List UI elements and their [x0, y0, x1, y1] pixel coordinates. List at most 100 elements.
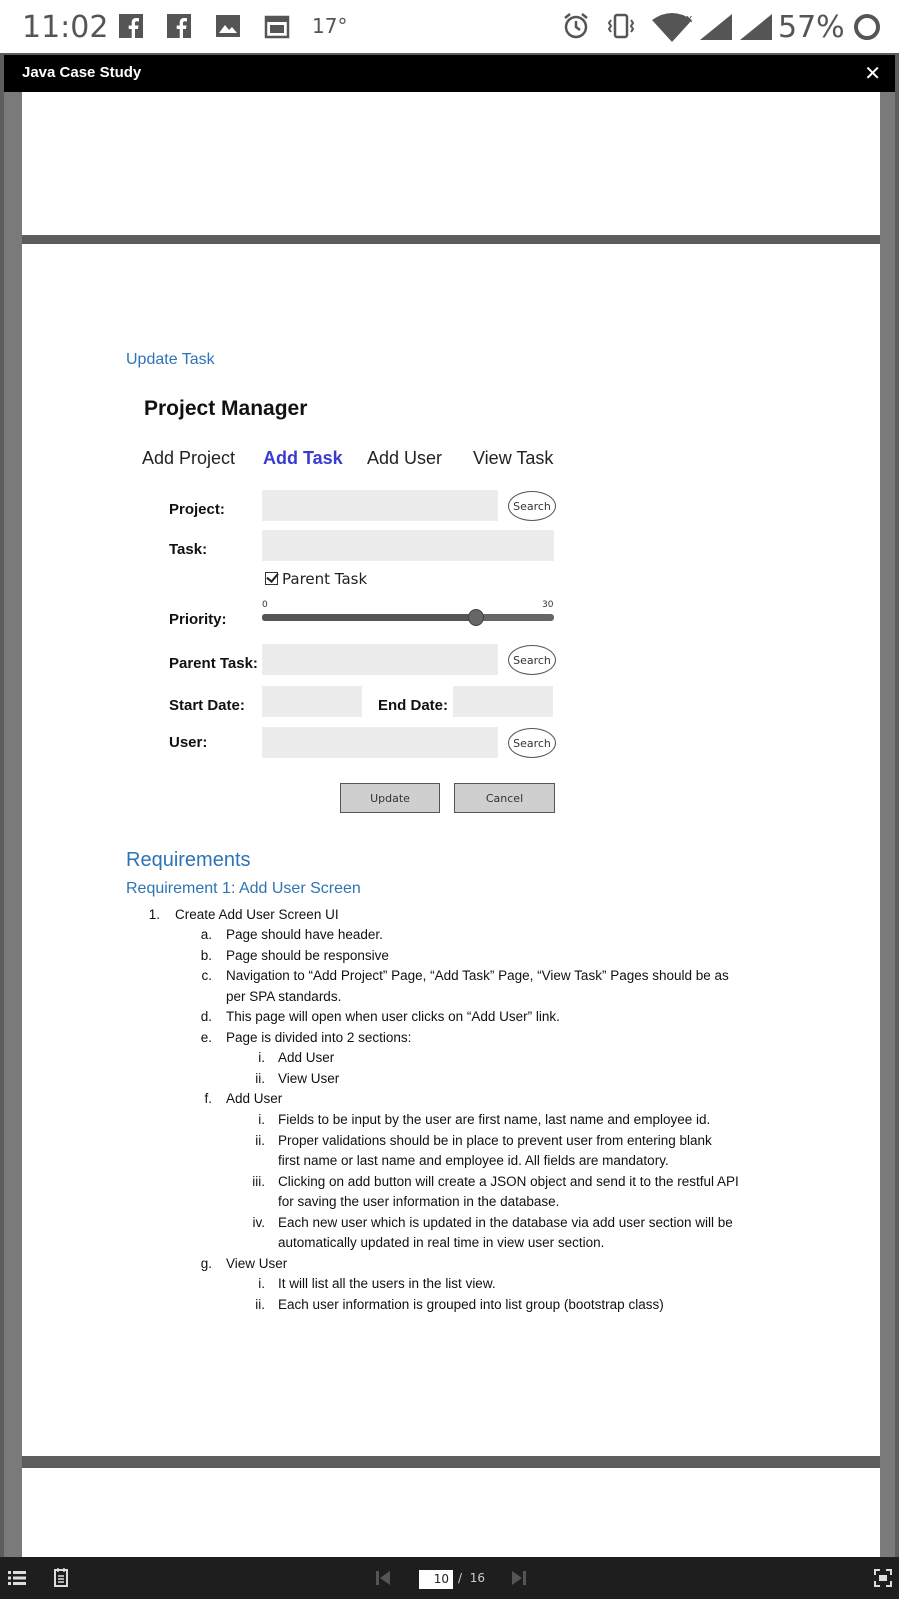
list-item-number: iii. — [252, 1174, 265, 1189]
list-item: Add User — [226, 1091, 283, 1106]
priority-min: 0 — [262, 600, 268, 610]
nav-add-task[interactable]: Add Task — [263, 448, 343, 469]
close-icon[interactable]: ✕ — [864, 61, 881, 85]
vibrate-icon — [607, 13, 635, 39]
parent-task-input[interactable] — [262, 644, 498, 675]
list-item: Each new user which is updated in the da… — [278, 1215, 733, 1230]
list-item-number: a. — [200, 927, 212, 942]
requirements-heading: Requirements — [126, 849, 251, 871]
task-input[interactable] — [262, 530, 554, 561]
battery-icon — [854, 14, 880, 40]
first-page-icon[interactable] — [376, 1570, 390, 1586]
page-total: 16 — [469, 1571, 485, 1585]
list-item: for saving the user information in the d… — [278, 1194, 560, 1209]
list-item: View User — [226, 1256, 288, 1271]
parent-task-search-button[interactable]: Search — [508, 645, 556, 675]
list-item-number: i. — [258, 1276, 265, 1291]
list-item: Fields to be input by the user are first… — [278, 1112, 711, 1127]
list-item: Navigation to “Add Project” Page, “Add T… — [226, 968, 729, 983]
list-item: first name or last name and employee id.… — [278, 1153, 669, 1168]
start-date-input[interactable] — [262, 686, 362, 717]
update-task-heading: Update Task — [126, 351, 215, 368]
parent-task-checkbox-label: Parent Task — [282, 570, 368, 588]
previous-page — [22, 92, 880, 235]
mockup-title: Project Manager — [144, 397, 308, 420]
update-button[interactable]: Update — [340, 783, 440, 813]
priority-label: Priority: — [169, 611, 227, 628]
project-label: Project: — [169, 501, 225, 518]
list-item: Create Add User Screen UI — [175, 907, 339, 922]
list-item-number: ii. — [255, 1071, 265, 1086]
list-item-number: g. — [200, 1256, 212, 1271]
list-item: Each user information is grouped into li… — [278, 1297, 664, 1312]
page-number-input[interactable]: 10 — [419, 1570, 453, 1589]
list-item: Page should be responsive — [226, 948, 389, 963]
task-label: Task: — [169, 541, 208, 558]
priority-max: 30 — [542, 600, 554, 610]
list-item-number: d. — [200, 1009, 212, 1024]
list-item: This page will open when user clicks on … — [226, 1009, 560, 1024]
status-time: 11:02 — [22, 10, 109, 45]
project-search-button[interactable]: Search — [508, 491, 556, 521]
list-item: Page should have header. — [226, 927, 383, 942]
facebook-icon — [167, 14, 191, 39]
list-item-number: ii. — [255, 1133, 265, 1148]
end-date-input[interactable] — [453, 686, 553, 717]
alarm-icon — [564, 13, 588, 39]
project-manager-mockup: Project Manager Add Project Add Task Add… — [140, 374, 590, 814]
list-item: Page is divided into 2 sections: — [226, 1030, 412, 1045]
next-page — [22, 1468, 880, 1558]
list-item: per SPA standards. — [226, 989, 342, 1004]
viewer-toolbar: 10 / 16 — [0, 1557, 899, 1599]
list-item: automatically updated in real time in vi… — [278, 1235, 605, 1250]
list-item-number: i. — [258, 1050, 265, 1065]
fullscreen-icon[interactable] — [874, 1569, 892, 1587]
viewer-title-bar: Java Case Study ✕ — [4, 55, 895, 92]
start-date-label: Start Date: — [169, 697, 245, 714]
priority-slider-handle[interactable] — [468, 609, 485, 626]
list-item-number: b. — [200, 948, 212, 963]
user-label: User: — [169, 734, 208, 751]
list-item-number: i. — [258, 1112, 265, 1127]
page-count: / 16 — [458, 1571, 485, 1585]
list-item-number: e. — [200, 1030, 212, 1045]
wifi-icon: x — [652, 12, 693, 42]
user-search-button[interactable]: Search — [508, 728, 556, 758]
list-item-number: 1. — [148, 907, 160, 922]
project-input[interactable] — [262, 490, 498, 521]
page-separator: / — [458, 1571, 463, 1585]
parent-task-checkbox[interactable]: Parent Task — [265, 570, 367, 588]
status-temperature: 17° — [312, 14, 348, 38]
user-input[interactable] — [262, 727, 498, 758]
requirement-1-heading: Requirement 1: Add User Screen — [126, 880, 361, 897]
list-item: Clicking on add button will create a JSO… — [278, 1174, 739, 1189]
list-item: Proper validations should be in place to… — [278, 1133, 712, 1148]
facebook-icon — [119, 14, 143, 39]
end-date-label: End Date: — [378, 697, 449, 714]
cancel-button[interactable]: Cancel — [454, 783, 555, 813]
list-icon[interactable] — [8, 1570, 26, 1586]
checkbox-checked-icon[interactable] — [265, 572, 278, 585]
calendar-icon — [264, 15, 290, 39]
priority-slider[interactable] — [262, 609, 554, 626]
nav-add-user[interactable]: Add User — [367, 448, 442, 469]
nav-add-project[interactable]: Add Project — [142, 448, 235, 469]
signal-icon — [740, 14, 772, 40]
list-item-number: iv. — [252, 1215, 266, 1230]
viewer-margin-left — [4, 92, 22, 1557]
list-item-number: ii. — [255, 1297, 265, 1312]
last-page-icon[interactable] — [512, 1570, 526, 1586]
nav-view-task[interactable]: View Task — [473, 448, 553, 469]
list-item: It will list all the users in the list v… — [278, 1276, 496, 1291]
list-item-number: f. — [204, 1091, 212, 1106]
image-icon — [216, 15, 240, 37]
notes-icon[interactable] — [54, 1568, 68, 1587]
parent-task-label: Parent Task: — [169, 655, 258, 672]
list-item: Add User — [278, 1050, 335, 1065]
viewer-margin-right — [880, 92, 895, 1557]
list-item: View User — [278, 1071, 340, 1086]
list-item-number: c. — [201, 968, 212, 983]
svg-text:x: x — [686, 12, 693, 25]
battery-percent: 57% — [778, 10, 845, 45]
current-page: Update Task Project Manager Add Project … — [22, 244, 880, 1456]
